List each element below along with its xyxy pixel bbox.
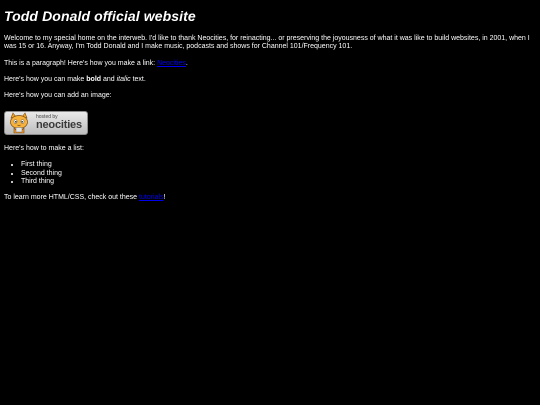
format-paragraph: Here's how you can make bold and italic … bbox=[4, 76, 536, 84]
format-paragraph-and: and bbox=[101, 75, 117, 83]
format-paragraph-text: Here's how you can make bbox=[4, 75, 87, 83]
learn-paragraph-suffix: ! bbox=[163, 194, 166, 202]
things-list: First thing Second thing Third thing bbox=[4, 161, 536, 186]
list-paragraph: Here's how to make a list: bbox=[4, 144, 84, 152]
link-paragraph-text: This is a paragraph! Here's how you make… bbox=[4, 59, 158, 67]
list-item: Third thing bbox=[21, 178, 536, 186]
neocities-link[interactable]: Neocities bbox=[157, 60, 186, 67]
badge-neocities: neocities bbox=[36, 118, 82, 131]
list-item: First thing bbox=[21, 161, 536, 169]
tutorials-link[interactable]: tutorials bbox=[139, 194, 164, 201]
hosted-by-neocities-badge: hosted by neocities bbox=[4, 110, 88, 135]
link-paragraph: This is a paragraph! Here's how you make… bbox=[4, 60, 536, 68]
page-title: Todd Donald official website bbox=[4, 8, 196, 24]
intro-paragraph: Welcome to my special home on the interw… bbox=[4, 34, 530, 51]
bold-text: bold bbox=[86, 75, 102, 83]
format-paragraph-suffix: text. bbox=[130, 75, 146, 83]
learn-paragraph: To learn more HTML/CSS, check out these … bbox=[4, 194, 536, 202]
list-item: Second thing bbox=[21, 170, 536, 178]
learn-paragraph-text: To learn more HTML/CSS, check out these bbox=[4, 194, 139, 202]
image-paragraph: Here's how you can add an image: bbox=[4, 92, 112, 100]
italic-text: italic bbox=[116, 75, 131, 83]
page: Todd Donald official website Welcome to … bbox=[0, 0, 540, 203]
neocities-cat-icon bbox=[10, 112, 28, 134]
badge-text: hosted by neocities bbox=[36, 114, 82, 131]
link-paragraph-suffix: . bbox=[185, 59, 188, 67]
